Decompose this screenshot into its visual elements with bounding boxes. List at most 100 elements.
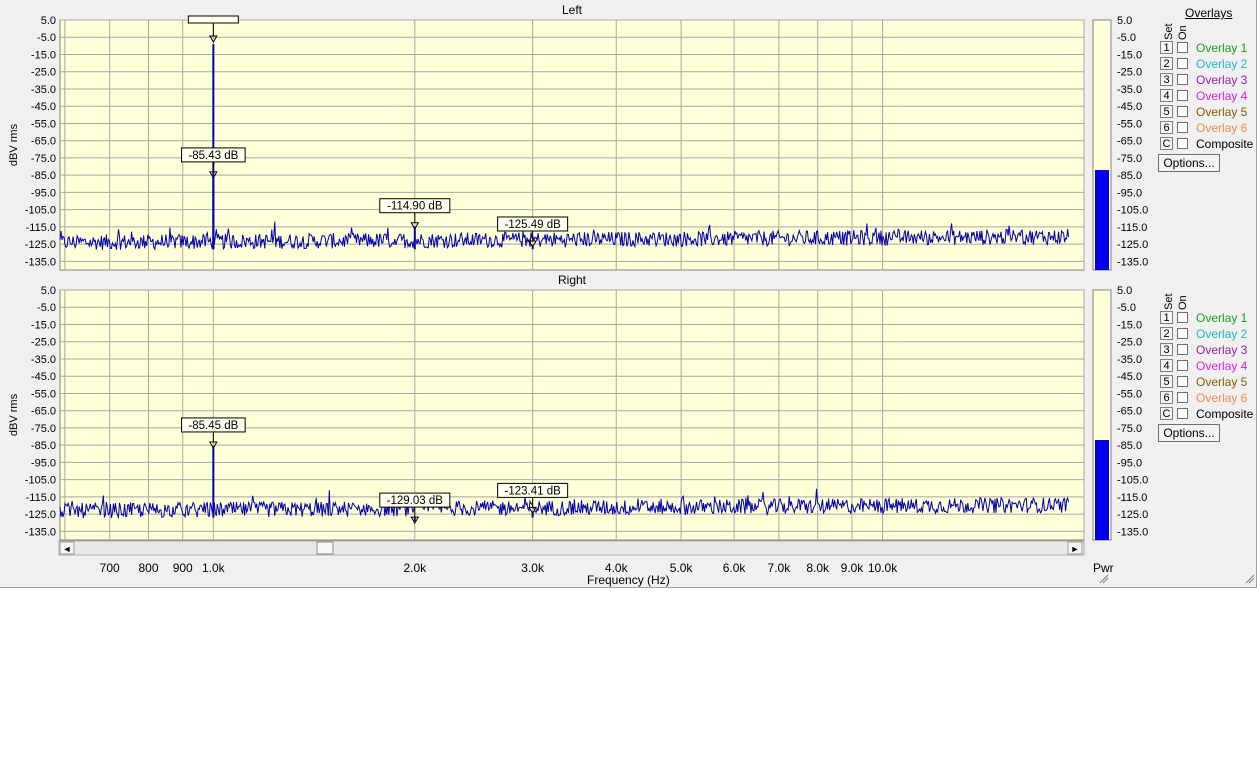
overlay-set-button[interactable]: 1: [1160, 311, 1173, 324]
y-tick-label: -25.0: [31, 337, 56, 349]
x-tick-label: 5.0k: [670, 561, 694, 575]
overlay-checkbox[interactable]: [1177, 106, 1188, 117]
overlay-set-button[interactable]: C: [1160, 407, 1173, 420]
overlay-set-button[interactable]: 3: [1160, 73, 1173, 86]
overlay-checkbox[interactable]: [1177, 392, 1188, 403]
meter-tick-label: -65.0: [1117, 406, 1142, 418]
meter-tick-label: -135.0: [1117, 256, 1148, 268]
scroll-right-icon: ►: [1071, 544, 1080, 554]
overlay-set-button[interactable]: 2: [1160, 327, 1173, 340]
analyzer-window: Left 5.0 -5.0 -15.0 -25.0 -35.0 -45.0 -55.0 -65.…: [0, 0, 1257, 588]
x-tick-label: 7.0k: [768, 561, 792, 575]
meter-tick-label: -15.0: [1117, 49, 1142, 61]
chart-title: Right: [558, 273, 587, 287]
scrollbar-thumb[interactable]: [316, 541, 334, 555]
y-tick-label: -85.0: [31, 170, 56, 182]
overlay-set-button[interactable]: 6: [1160, 391, 1173, 404]
y-tick-label: 5.0: [41, 285, 56, 297]
overlay-checkbox[interactable]: [1177, 408, 1188, 419]
horizontal-scrollbar[interactable]: ◄ ►: [58, 540, 1085, 556]
overlay-set-button[interactable]: 5: [1160, 375, 1173, 388]
meter-tick-label: -55.0: [1117, 388, 1142, 400]
meter-tick-label: -25.0: [1117, 67, 1142, 79]
y-tick-label: -45.0: [31, 101, 56, 113]
x-tick-label: 1.0k: [202, 561, 226, 575]
scrollbar-track: [58, 540, 1085, 556]
y-tick-label: -125.0: [25, 509, 56, 521]
overlay-name: Overlay 3: [1196, 72, 1248, 87]
x-tick-label: 8.0k: [806, 561, 830, 575]
overlay-checkbox[interactable]: [1177, 328, 1188, 339]
meter-tick-label: -25.0: [1117, 337, 1142, 349]
overlay-row: 1 Overlay 1: [1160, 40, 1247, 55]
overlay-set-button[interactable]: 2: [1160, 57, 1173, 70]
overlay-checkbox[interactable]: [1177, 312, 1188, 323]
chart-left: Left 5.0 -5.0 -15.0 -25.0 -35.0 -45.0 -55.0 -65.…: [8, 3, 1148, 271]
overlay-checkbox[interactable]: [1177, 42, 1188, 53]
overlay-name: Overlay 6: [1196, 120, 1248, 135]
overlay-name: Overlay 3: [1196, 342, 1248, 357]
meter-tick-label: -35.0: [1117, 84, 1142, 96]
marker-label: -85.45 dB: [188, 420, 238, 432]
overlay-row: 3 Overlay 3: [1160, 72, 1247, 87]
y-tick-label: -5.0: [37, 32, 56, 44]
overlay-row: C Composite: [1160, 136, 1253, 151]
overlay-set-button[interactable]: 4: [1160, 89, 1173, 102]
overlay-checkbox[interactable]: [1177, 74, 1188, 85]
x-tick-label: 6.0k: [723, 561, 747, 575]
y-tick-label: -65.0: [31, 136, 56, 148]
meter-tick-label: -15.0: [1117, 319, 1142, 331]
y-tick-label: -135.0: [25, 256, 56, 268]
y-tick-label: -135.0: [25, 526, 56, 538]
overlay-row: 3 Overlay 3: [1160, 342, 1247, 357]
overlay-row: 6 Overlay 6: [1160, 120, 1247, 135]
marker-label: -125.49 dB: [505, 219, 562, 231]
overlay-checkbox[interactable]: [1177, 58, 1188, 69]
x-tick-label: 800: [138, 561, 158, 575]
overlay-name: Overlay 4: [1196, 358, 1248, 373]
overlay-row: 5 Overlay 5: [1160, 104, 1247, 119]
marker-label: -85.43 dB: [188, 150, 238, 162]
meter-tick-label: -45.0: [1117, 101, 1142, 113]
overlay-set-button[interactable]: 5: [1160, 105, 1173, 118]
x-axis-label: Frequency (Hz): [587, 573, 670, 587]
overlay-set-button[interactable]: 4: [1160, 359, 1173, 372]
overlay-row: 4 Overlay 4: [1160, 358, 1247, 373]
y-axis-label: dBV rms: [8, 123, 20, 166]
overlay-checkbox[interactable]: [1177, 90, 1188, 101]
chart-title: Left: [562, 3, 583, 17]
overlay-set-button[interactable]: C: [1160, 137, 1173, 150]
overlays-header[interactable]: Overlays: [1185, 6, 1232, 20]
overlay-checkbox[interactable]: [1177, 138, 1188, 149]
meter-tick-label: -135.0: [1117, 526, 1148, 538]
overlay-set-button[interactable]: 6: [1160, 121, 1173, 134]
options-button[interactable]: Options...: [1158, 424, 1220, 442]
options-button[interactable]: Options...: [1158, 154, 1220, 172]
y-tick-label: -105.0: [25, 475, 56, 487]
y-tick-label: -85.0: [31, 440, 56, 452]
resize-grip-icon: [1099, 574, 1109, 584]
x-tick-label: 900: [173, 561, 193, 575]
y-tick-label: -115.0: [26, 222, 56, 234]
overlay-row: 6 Overlay 6: [1160, 390, 1247, 405]
level-meter-bar: [1095, 440, 1109, 540]
overlay-checkbox[interactable]: [1177, 360, 1188, 371]
x-tick-label: 700: [100, 561, 120, 575]
y-tick-label: -75.0: [31, 153, 56, 165]
overlay-set-button[interactable]: 3: [1160, 343, 1173, 356]
y-axis-label: dBV rms: [8, 393, 20, 436]
overlay-name: Overlay 1: [1196, 40, 1248, 55]
meter-tick-label: -55.0: [1117, 118, 1142, 130]
overlay-set-button[interactable]: 1: [1160, 41, 1173, 54]
overlay-name: Overlay 5: [1196, 104, 1248, 119]
meter-tick-label: -115.0: [1117, 222, 1147, 234]
scroll-left-icon: ◄: [63, 544, 72, 554]
meter-tick-label: -125.0: [1117, 509, 1148, 521]
column-on-label: On: [1177, 25, 1189, 40]
overlay-checkbox[interactable]: [1177, 344, 1188, 355]
overlay-name: Overlay 1: [1196, 310, 1248, 325]
overlay-checkbox[interactable]: [1177, 122, 1188, 133]
overlay-checkbox[interactable]: [1177, 376, 1188, 387]
y-tick-label: -65.0: [31, 406, 56, 418]
overlay-name: Overlay 2: [1196, 326, 1248, 341]
